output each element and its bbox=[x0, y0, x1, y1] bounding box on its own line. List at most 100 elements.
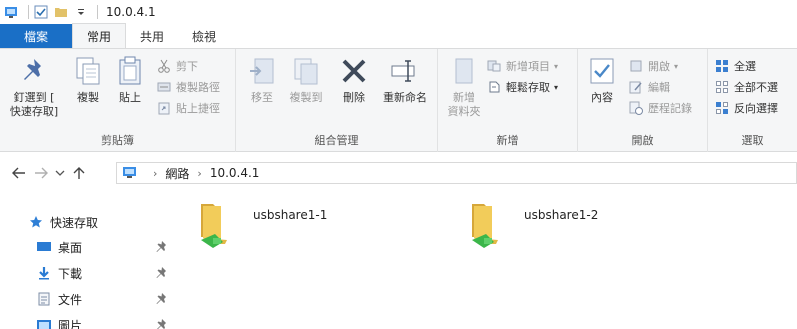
copy-path-icon bbox=[156, 79, 172, 95]
pin-quick-access-label: 釘選到 [ 快速存取] bbox=[9, 91, 59, 118]
open-button[interactable]: 開啟 ▾ bbox=[628, 57, 678, 75]
nav-documents-label: 文件 bbox=[58, 292, 83, 307]
recent-locations-button[interactable] bbox=[52, 162, 68, 184]
properties-button[interactable]: 內容 bbox=[584, 55, 620, 105]
copy-icon bbox=[72, 55, 104, 87]
nav-quick-access-label: 快速存取 bbox=[50, 215, 99, 230]
nav-documents[interactable]: 文件 bbox=[36, 288, 168, 310]
customize-quick-access-icon[interactable] bbox=[73, 4, 89, 20]
share-item-1[interactable]: usbshare1-1 bbox=[195, 200, 327, 250]
shared-folder-icon bbox=[195, 200, 239, 250]
properties-checkmark-icon bbox=[586, 55, 618, 87]
new-group: 新增 資料夾 新增項目 ▾ 輕鬆存取 ▾ 新增 bbox=[438, 49, 578, 152]
paste-shortcut-button[interactable]: 貼上捷徑 bbox=[156, 99, 220, 117]
new-folder-quick-icon[interactable] bbox=[53, 4, 69, 20]
scissors-icon bbox=[156, 58, 172, 74]
pin-icon[interactable] bbox=[156, 266, 168, 280]
back-button[interactable] bbox=[8, 162, 30, 184]
pin-icon bbox=[18, 55, 50, 87]
tab-file[interactable]: 檔案 bbox=[0, 24, 72, 48]
explorer-app-icon[interactable] bbox=[4, 4, 20, 20]
navigation-pane: 快速存取 桌面 下載 文件 圖片 bbox=[0, 200, 175, 329]
edit-icon bbox=[628, 79, 644, 95]
pin-icon[interactable] bbox=[156, 292, 168, 306]
clipboard-group-label: 剪貼簿 bbox=[101, 134, 134, 147]
move-to-icon bbox=[246, 55, 278, 87]
select-all-button[interactable]: 全選 bbox=[714, 57, 756, 75]
new-folder-button[interactable]: 新增 資料夾 bbox=[442, 55, 486, 119]
copy-button[interactable]: 複製 bbox=[70, 55, 106, 105]
copy-to-button[interactable]: 複製到 bbox=[284, 55, 328, 105]
share-item-2[interactable]: usbshare1-2 bbox=[466, 200, 598, 250]
window-title: 10.0.4.1 bbox=[106, 5, 156, 19]
select-group: 全選 全部不選 反向選擇 選取 bbox=[708, 49, 797, 152]
nav-pictures[interactable]: 圖片 bbox=[36, 314, 168, 329]
paste-label: 貼上 bbox=[119, 91, 141, 104]
cut-label: 剪下 bbox=[176, 60, 198, 73]
up-button[interactable] bbox=[68, 162, 90, 184]
breadcrumb-separator[interactable]: › bbox=[153, 167, 157, 180]
pin-quick-access-button[interactable]: 釘選到 [ 快速存取] bbox=[6, 55, 62, 119]
quick-access-separator bbox=[28, 5, 29, 19]
select-none-button[interactable]: 全部不選 bbox=[714, 78, 778, 96]
breadcrumb-separator[interactable]: › bbox=[197, 167, 201, 180]
star-icon bbox=[28, 214, 44, 230]
open-icon bbox=[628, 58, 644, 74]
tab-share[interactable]: 共用 bbox=[126, 24, 178, 48]
cut-button[interactable]: 剪下 bbox=[156, 57, 198, 75]
new-item-label: 新增項目 bbox=[506, 60, 550, 73]
address-row: › 網路 › 10.0.4.1 bbox=[0, 158, 797, 188]
invert-selection-label: 反向選擇 bbox=[734, 102, 778, 115]
nav-downloads-label: 下載 bbox=[58, 266, 83, 281]
paste-button[interactable]: 貼上 bbox=[112, 55, 148, 105]
copy-path-button[interactable]: 複製路徑 bbox=[156, 78, 220, 96]
share-item-name: usbshare1-1 bbox=[253, 208, 328, 222]
history-icon bbox=[628, 100, 644, 116]
invert-selection-button[interactable]: 反向選擇 bbox=[714, 99, 778, 117]
open-dropdown-icon: ▾ bbox=[674, 61, 679, 71]
ribbon: 釘選到 [ 快速存取] 複製 貼上 剪下 複製路徑 貼上捷徑 剪貼簿 移至 複製… bbox=[0, 48, 797, 152]
organize-group-label: 組合管理 bbox=[314, 134, 359, 147]
nav-quick-access[interactable]: 快速存取 bbox=[28, 211, 168, 233]
history-button[interactable]: 歷程記錄 bbox=[628, 99, 692, 117]
open-group: 內容 開啟 ▾ 編輯 歷程記錄 開啟 bbox=[578, 49, 708, 152]
easy-access-dropdown-icon: ▾ bbox=[554, 82, 559, 92]
pin-icon[interactable] bbox=[156, 318, 168, 329]
properties-quick-icon[interactable] bbox=[33, 4, 49, 20]
delete-button[interactable]: 刪除 bbox=[336, 55, 372, 105]
paste-shortcut-label: 貼上捷徑 bbox=[176, 102, 220, 115]
forward-button[interactable] bbox=[30, 162, 52, 184]
history-label: 歷程記錄 bbox=[648, 102, 692, 115]
move-to-button[interactable]: 移至 bbox=[244, 55, 280, 105]
address-bar[interactable]: › 網路 › 10.0.4.1 bbox=[116, 162, 797, 184]
nav-desktop[interactable]: 桌面 bbox=[36, 236, 168, 258]
easy-access-button[interactable]: 輕鬆存取 ▾ bbox=[486, 78, 558, 96]
copy-to-label: 複製到 bbox=[289, 91, 323, 104]
breadcrumb-network[interactable]: 網路 bbox=[165, 165, 189, 182]
desktop-icon bbox=[36, 239, 52, 255]
copy-path-label: 複製路徑 bbox=[176, 81, 220, 94]
select-all-icon bbox=[714, 58, 730, 74]
rename-icon bbox=[389, 55, 421, 87]
copy-to-icon bbox=[290, 55, 322, 87]
pin-icon[interactable] bbox=[156, 240, 168, 254]
move-to-label: 移至 bbox=[251, 91, 273, 104]
new-item-dropdown-icon: ▾ bbox=[554, 61, 559, 71]
edit-button[interactable]: 編輯 bbox=[628, 78, 670, 96]
paste-shortcut-icon bbox=[156, 100, 172, 116]
rename-button[interactable]: 重新命名 bbox=[378, 55, 432, 105]
title-bar: 10.0.4.1 bbox=[0, 0, 797, 24]
nav-downloads[interactable]: 下載 bbox=[36, 262, 168, 284]
select-all-label: 全選 bbox=[734, 60, 756, 73]
breadcrumb-host[interactable]: 10.0.4.1 bbox=[210, 166, 260, 180]
rename-label: 重新命名 bbox=[383, 91, 427, 104]
properties-label: 內容 bbox=[591, 91, 613, 104]
easy-access-icon bbox=[486, 79, 502, 95]
open-label: 開啟 bbox=[648, 60, 670, 73]
tab-view[interactable]: 檢視 bbox=[178, 24, 230, 48]
edit-label: 編輯 bbox=[648, 81, 670, 94]
shared-folder-icon bbox=[466, 200, 510, 250]
download-icon bbox=[36, 265, 52, 281]
new-item-button[interactable]: 新增項目 ▾ bbox=[486, 57, 558, 75]
tab-home[interactable]: 常用 bbox=[72, 23, 127, 48]
